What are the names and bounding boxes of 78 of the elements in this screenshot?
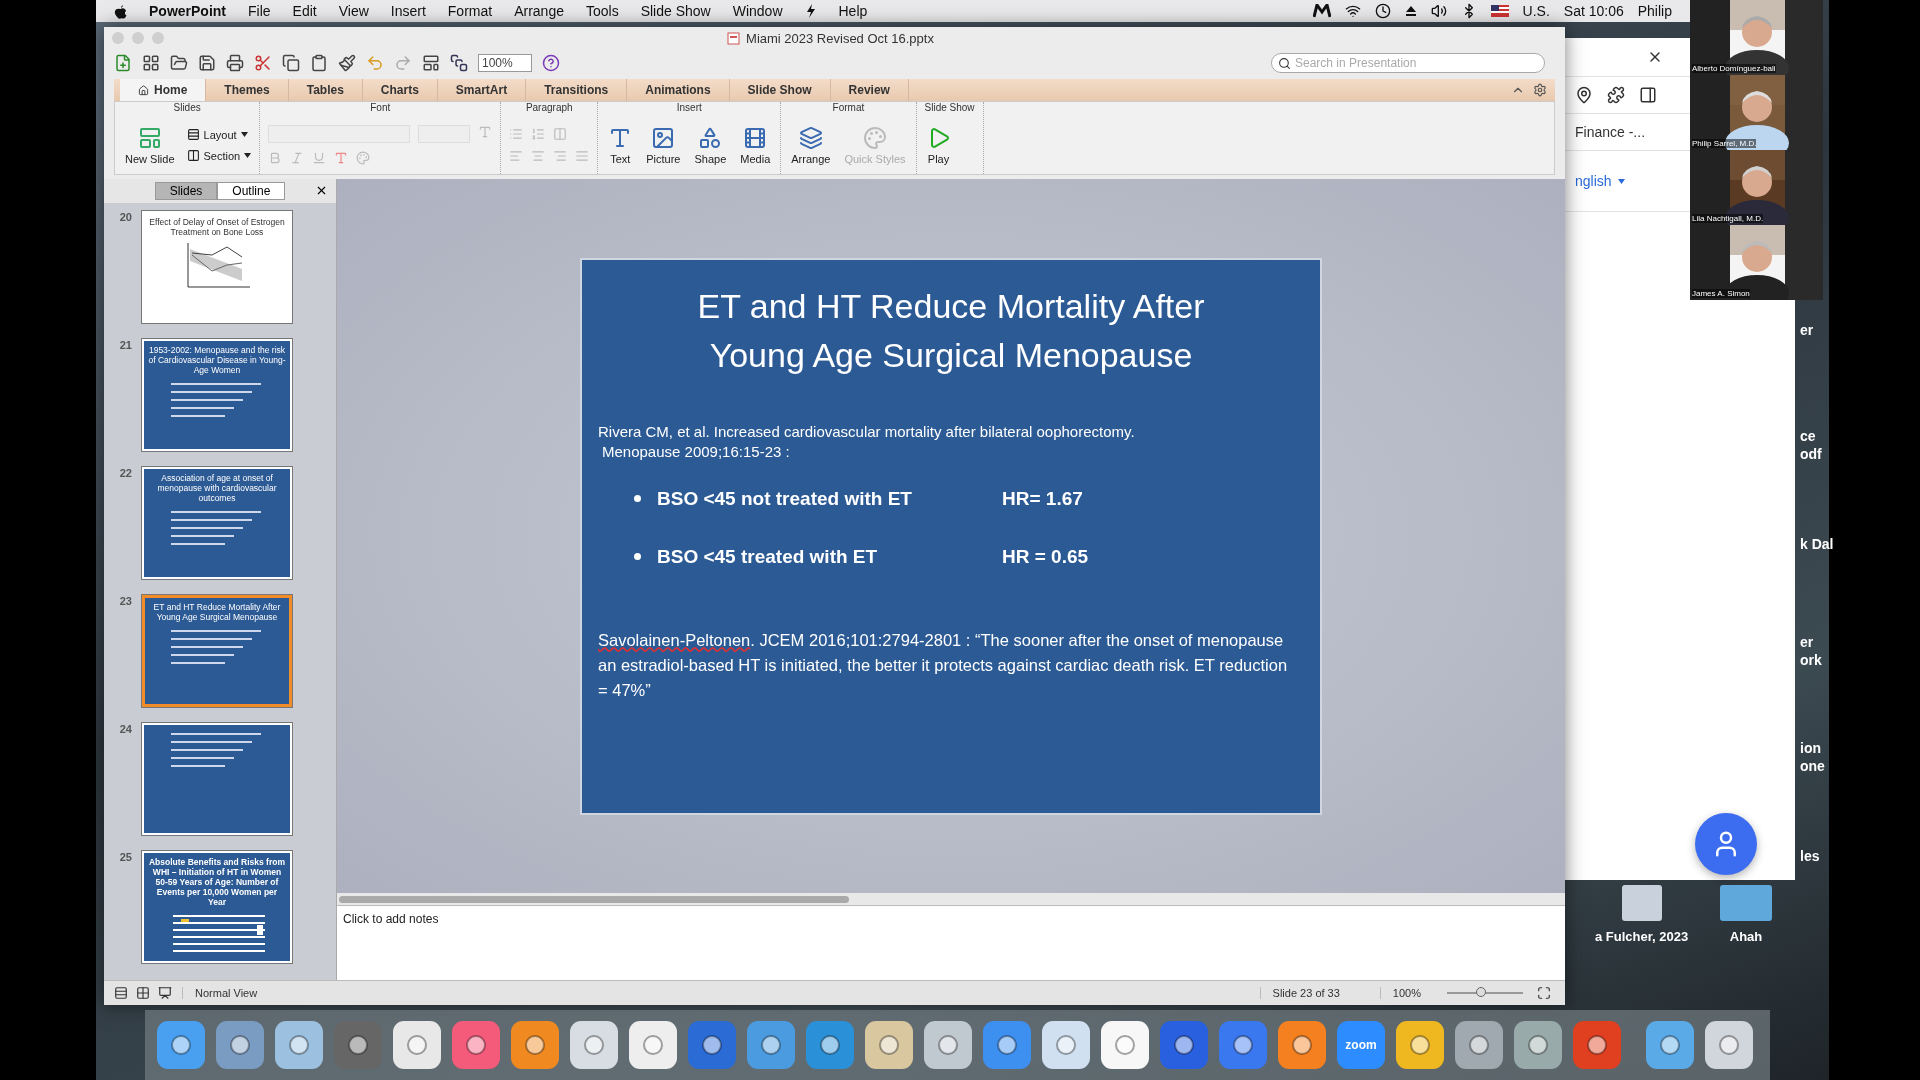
bullet-text: BSO <45 not treated with ET	[657, 487, 913, 510]
browser-tab-title[interactable]: Finance -...	[1575, 124, 1646, 140]
input-source[interactable]: U.S.	[1522, 3, 1550, 19]
hazard-ratio: HR= 1.67	[1002, 487, 1083, 510]
ribbon-button[interactable]: Text	[606, 125, 635, 165]
slide-thumbnail[interactable]: 1953-2002: Menopause and the risk of Cardiovascular Disease in Young-Age Women	[142, 339, 292, 451]
slide-number: 22	[118, 467, 132, 481]
menu-item[interactable]: Window	[732, 3, 783, 19]
menu-item[interactable]: Tools	[585, 3, 619, 19]
slide-number: 20	[118, 211, 132, 225]
desktop-label[interactable]: er	[1800, 634, 1814, 650]
thumbnail-title: Association of age at onset of menopause with cardiovascular outcomes	[156, 473, 278, 503]
menu-item[interactable]: Help	[838, 3, 868, 19]
thumbnail-title: Absolute Benefits and Risks from WHI – Initiation of HT in Women 50-59 Years of Age: Number of Events per 10,000 Women per Year	[148, 857, 286, 907]
notes-field[interactable]: Click to add notes	[337, 905, 1565, 980]
user-name[interactable]: Philip	[1637, 3, 1672, 19]
ribbon-button[interactable]: Media	[738, 125, 773, 165]
menu-item[interactable]: Slide Show	[640, 3, 711, 19]
ribbon-button[interactable]: Layout	[186, 128, 252, 141]
desktop-label[interactable]: ork	[1800, 652, 1822, 668]
ribbon-tab[interactable]: Home	[120, 79, 207, 101]
new-slide-button[interactable]: New Slide	[123, 125, 177, 165]
zoom-level: 100%	[1379, 987, 1433, 999]
slide-thumbnail[interactable]: Effect of Delay of Onset of Estrogen Treatment on Bone Loss	[142, 211, 292, 323]
slide-counter: Slide 23 of 33	[1259, 987, 1380, 999]
menu-item[interactable]: File	[248, 3, 271, 19]
desktop-label[interactable]: ce	[1800, 428, 1816, 444]
desktop-label[interactable]: les	[1800, 848, 1820, 864]
view-label: Normal View	[182, 987, 270, 999]
menu-item[interactable]: PowerPoint	[149, 3, 226, 19]
ribbon-button[interactable]: Section	[186, 149, 252, 162]
panel-tab[interactable]: Slides	[154, 182, 218, 200]
ribbon-button[interactable]: Arrange	[789, 125, 833, 165]
desktop-label[interactable]: ion	[1800, 740, 1821, 756]
window-title: Miami 2023 Revised Oct 16.pptx	[746, 30, 934, 46]
bullet-text: BSO <45 treated with ET	[657, 545, 879, 568]
menu-item[interactable]: Edit	[292, 3, 317, 19]
participant-name: Lila Nachtigall, M.D.	[1692, 214, 1764, 223]
clock-text[interactable]: Sat 10:06	[1563, 3, 1624, 19]
slide-number: 23	[118, 595, 132, 609]
language-selector[interactable]: nglish	[1575, 173, 1625, 189]
panel-tab[interactable]: Outline	[217, 182, 286, 200]
participant-name: James A. Simon	[1692, 289, 1750, 298]
ribbon-button[interactable]: Shape	[692, 125, 729, 165]
slide-number: 21	[118, 339, 132, 353]
participant-name: Alberto Domínguez-bali	[1692, 64, 1776, 73]
group-title: Font	[369, 102, 392, 115]
desktop-label[interactable]: Ahah	[1729, 929, 1763, 944]
thumbnail-title: Effect of Delay of Onset of Estrogen Treatment on Bone Loss	[148, 217, 286, 237]
slide-title: ET and HT Reduce Mortality After Young Age Surgical Menopause	[696, 285, 1206, 376]
menu-item[interactable]: Arrange	[514, 3, 564, 19]
participant-name: Philip Sarrel, M.D.	[1692, 139, 1757, 148]
group-title: Paragraph	[524, 102, 574, 115]
thumbnail-title: ET and HT Reduce Mortality After Young Age Surgical Menopause	[152, 602, 282, 622]
thumbnail-title: 1953-2002: Menopause and the risk of Cardiovascular Disease in Young-Age Women	[148, 345, 286, 375]
citation-text: Rivera CM, et al. Increased cardiovascular mortality after bilateral oophorectomy. Menopause 2009;16:15-23 :	[598, 421, 1136, 462]
desktop-label[interactable]: er	[1800, 322, 1814, 338]
slide-thumbnail[interactable]: Absolute Benefits and Risks from WHI – Initiation of HT in Women 50-59 Years of Age: Number of Events per 10,000 Women per Year	[142, 851, 292, 963]
zoom-field[interactable]: 100%	[478, 54, 532, 72]
menu-item[interactable]: View	[338, 3, 369, 19]
desktop-label[interactable]: k Dal	[1800, 536, 1834, 552]
group-title: Format	[831, 102, 866, 115]
slide-number: 25	[118, 851, 132, 865]
ribbon-button[interactable]: Picture	[644, 125, 683, 165]
hazard-ratio: HR = 0.65	[1002, 545, 1089, 568]
desktop-label[interactable]: one	[1800, 758, 1825, 774]
desktop-label[interactable]: a Fulcher, 2023	[1595, 929, 1689, 944]
slide-thumbnail[interactable]: Association of age at onset of menopause with cardiovascular outcomes	[142, 467, 292, 579]
group-title: Insert	[675, 102, 703, 115]
slide-thumbnail[interactable]: ET and HT Reduce Mortality After Young Age Surgical Menopause	[142, 595, 292, 707]
ribbon-button[interactable]: Play	[924, 125, 953, 165]
group-title: Slides	[172, 102, 202, 115]
group-title: Slide Show	[924, 102, 975, 115]
menu-item[interactable]: Insert	[390, 3, 426, 19]
menu-item[interactable]: Format	[447, 3, 493, 19]
quote-text: Savolainen-Peltonen. JCEM 2016;101:2794-2801 : “The sooner after the onset of menopause an estradiol-based HT is initiated, the better it protects against cardiac death risk. ET reduction = 47%”	[598, 629, 1289, 701]
slide-number: 24	[118, 723, 132, 737]
desktop-label[interactable]: odf	[1800, 446, 1822, 462]
